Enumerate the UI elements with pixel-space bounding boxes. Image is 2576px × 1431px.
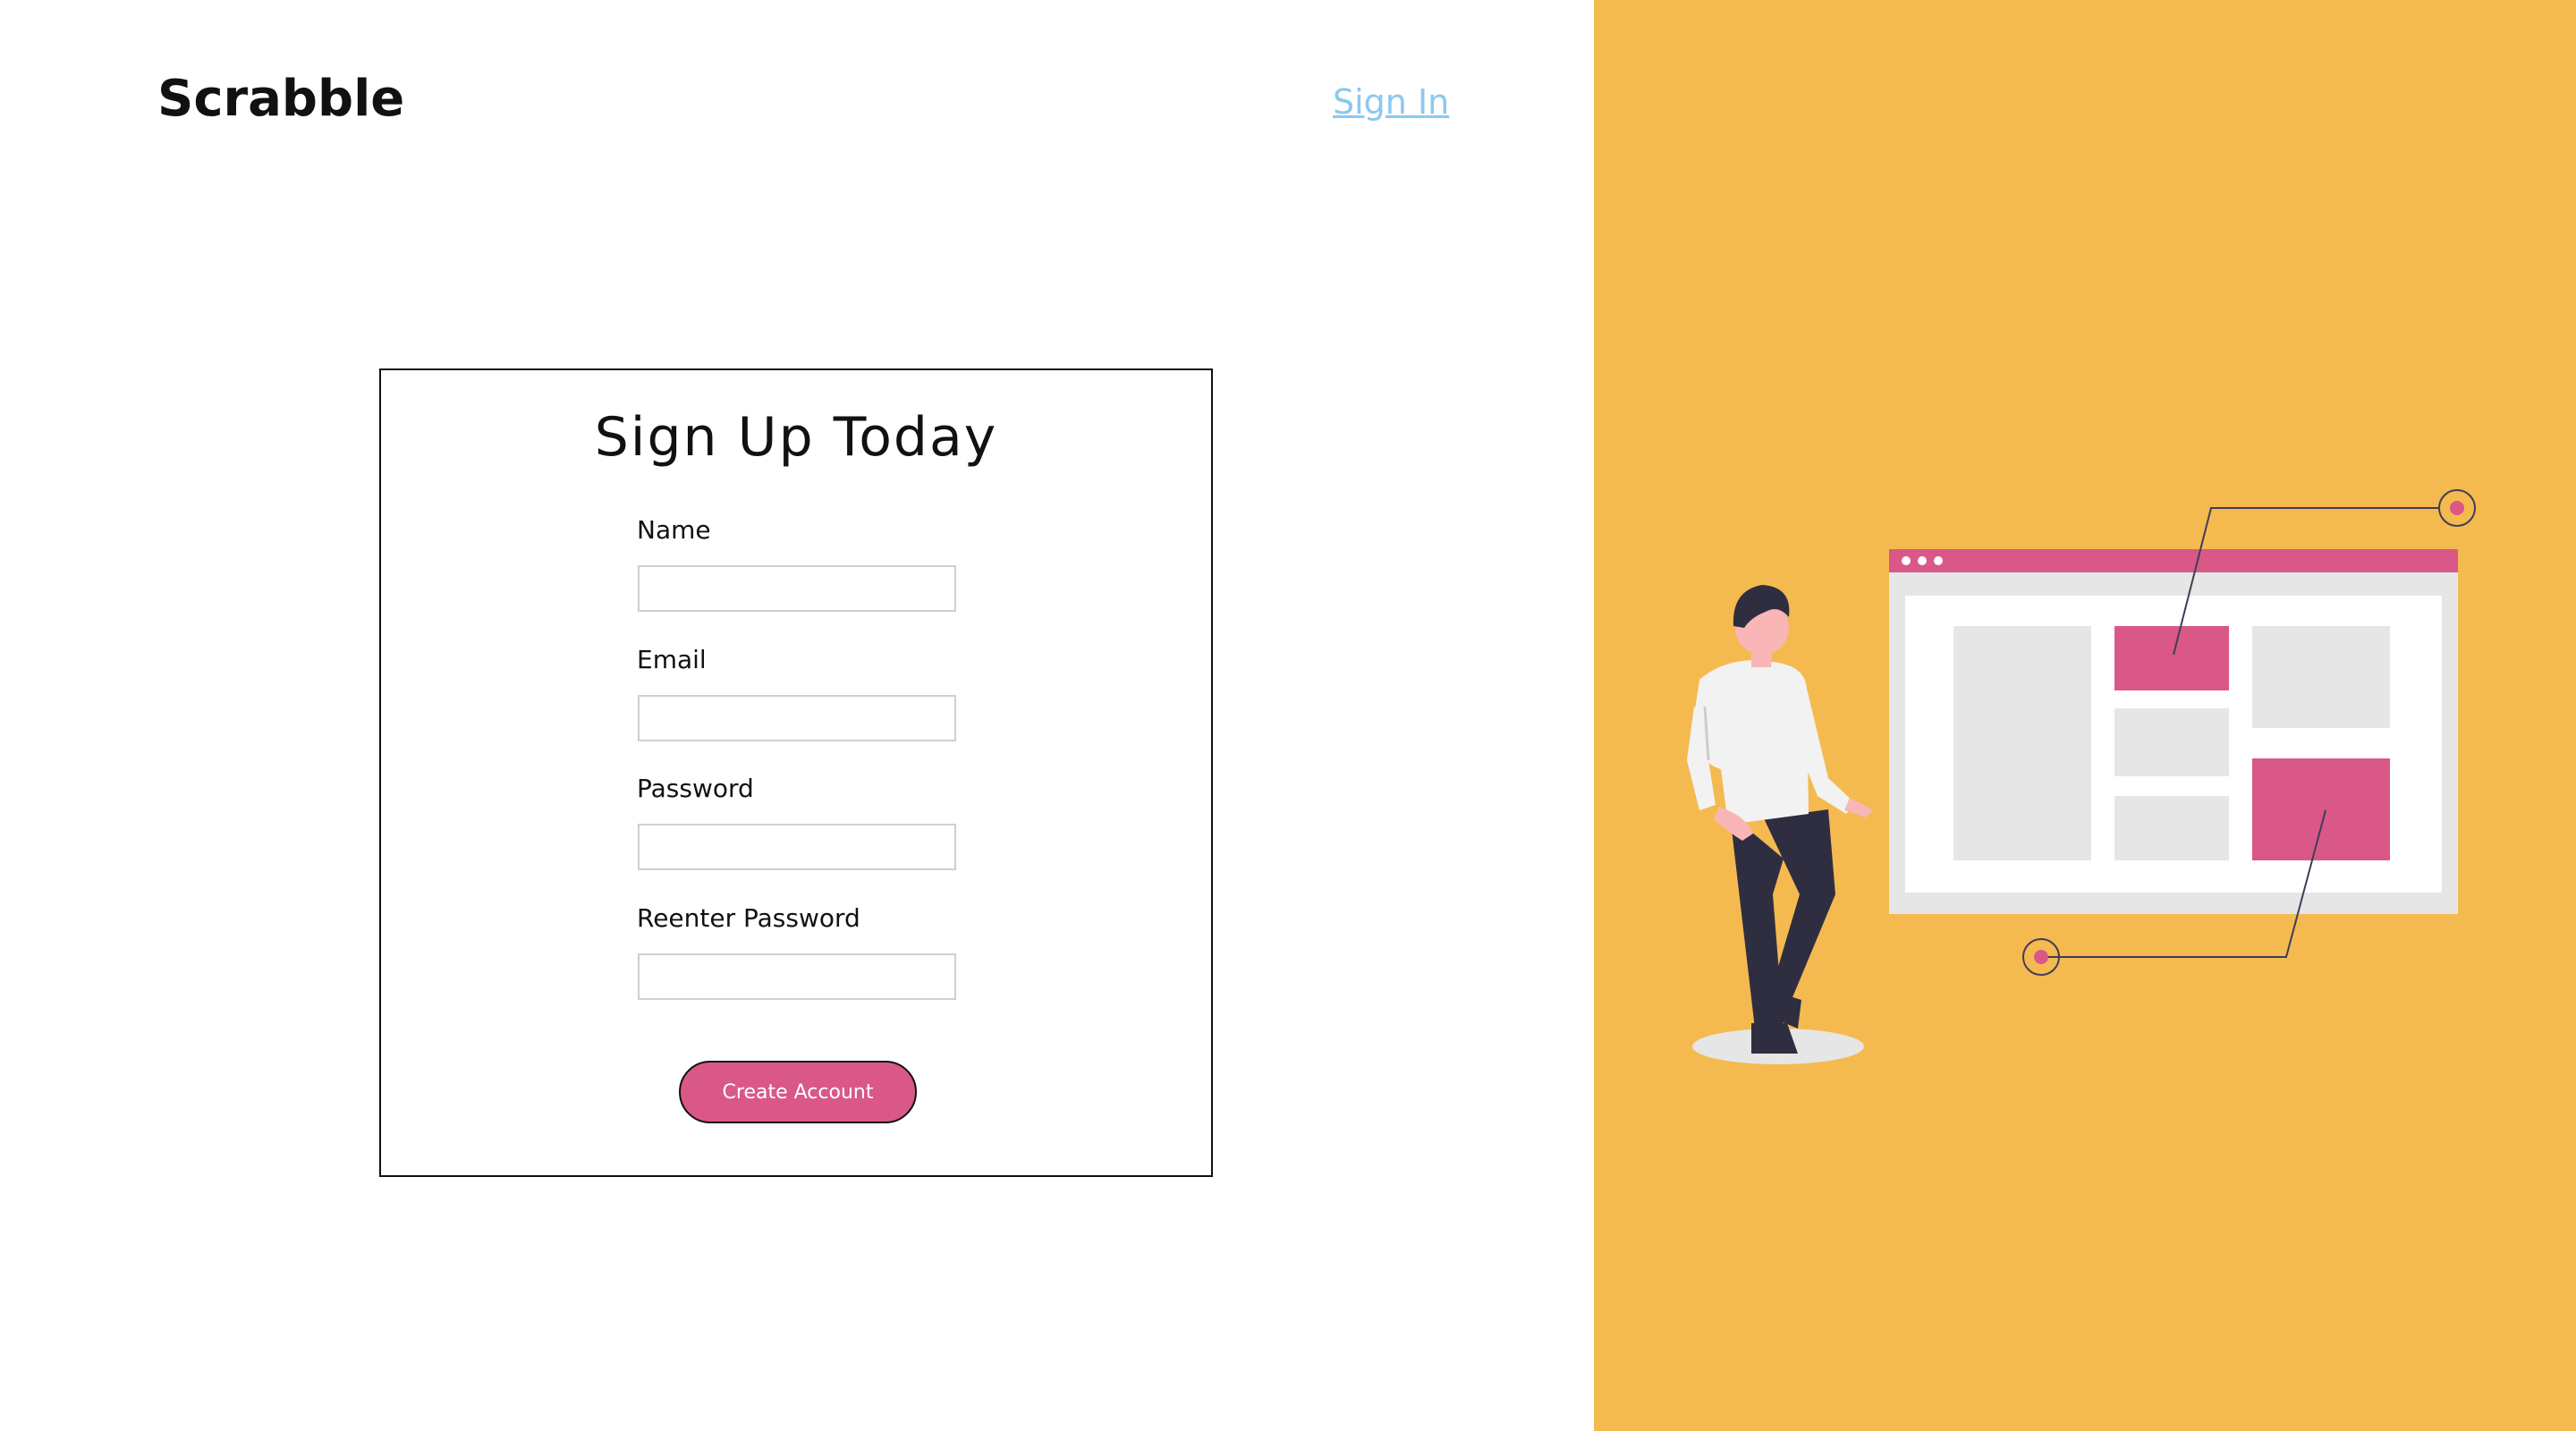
illustration-pane (1594, 0, 2576, 1431)
sign-in-link[interactable]: Sign In (1333, 82, 1449, 122)
reenter-password-input[interactable] (638, 953, 956, 1000)
password-label: Password (637, 774, 754, 803)
app-logo: Scrabble (157, 70, 405, 128)
name-label: Name (637, 515, 711, 545)
create-account-button[interactable]: Create Account (679, 1061, 917, 1123)
signup-pane: Scrabble Sign In Sign Up Today Name Emai… (0, 0, 1594, 1431)
email-label: Email (637, 645, 707, 674)
email-input[interactable] (638, 695, 956, 741)
signup-form: Sign Up Today Name Email Password Reente… (379, 368, 1213, 1177)
person-with-browser-window-illustration-icon (1687, 489, 2476, 1064)
name-input[interactable] (638, 565, 956, 612)
person-icon (1687, 585, 1873, 1064)
form-title: Sign Up Today (594, 406, 998, 469)
password-input[interactable] (638, 824, 956, 870)
browser-window-icon (1889, 549, 2458, 914)
reenter-password-label: Reenter Password (637, 903, 860, 933)
